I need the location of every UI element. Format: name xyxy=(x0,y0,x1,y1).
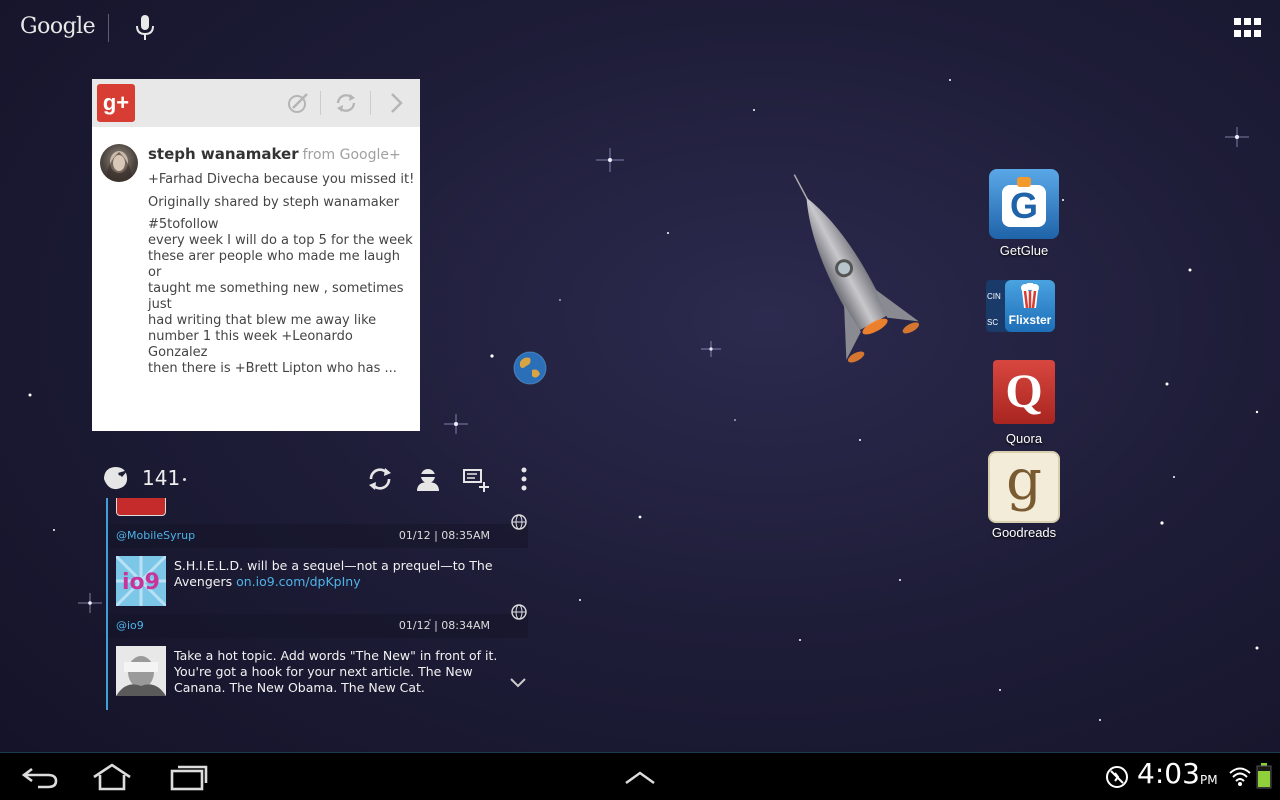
chevron-down-icon[interactable] xyxy=(508,676,528,690)
search-bar-divider xyxy=(108,14,109,42)
count-dot xyxy=(183,478,186,481)
battery-icon xyxy=(1256,763,1272,789)
google-plus-widget[interactable]: g+ steph wanamaker from Google+ +Farhad D… xyxy=(92,79,420,431)
all-apps-icon[interactable] xyxy=(1234,18,1262,38)
goodreads-letter: g xyxy=(1006,448,1042,513)
bird-icon[interactable] xyxy=(100,465,130,491)
gplus-logo-icon[interactable]: g+ xyxy=(97,84,135,122)
status-clock: 4:03 xyxy=(1137,757,1200,790)
app-label: Goodreads xyxy=(991,525,1057,540)
tweet-timestamp: 01/12 | 08:34AM xyxy=(398,619,490,632)
tweet-handle[interactable]: @io9 xyxy=(116,619,144,632)
author-name[interactable]: steph wanamaker xyxy=(148,145,299,163)
tweet-link[interactable]: on.io9.com/dpKpIny xyxy=(236,574,361,589)
post-mention-line: +Farhad Divecha because you missed it! xyxy=(148,172,415,187)
gplus-widget-header: g+ xyxy=(92,79,420,127)
getglue-letter: G xyxy=(1002,185,1046,227)
tweet-timestamp: 01/12 | 08:35AM xyxy=(398,529,490,542)
globe-icon xyxy=(511,604,527,620)
compose-post-icon[interactable] xyxy=(286,91,310,115)
post-source: from Google+ xyxy=(302,147,401,163)
tweet-meta: @MobileSyrup 01/12 | 08:35AM xyxy=(108,524,528,548)
tweet-meta: @io9 01/12 | 08:34AM xyxy=(108,614,528,638)
app-getglue[interactable]: G GetGlue xyxy=(979,169,1069,261)
app-quora[interactable]: Q Quora xyxy=(979,360,1069,448)
tweet-feed[interactable]: @MobileSyrup 01/12 | 08:35AM io9 S.H.I.E… xyxy=(106,498,532,710)
recent-apps-icon[interactable] xyxy=(166,763,210,791)
flixster-icon[interactable]: Flixster xyxy=(1005,280,1055,332)
refresh-icon[interactable] xyxy=(334,91,358,115)
quora-icon[interactable]: Q xyxy=(993,360,1055,424)
unread-count: 141 xyxy=(142,466,181,490)
author-avatar[interactable] xyxy=(100,144,138,182)
google-search-logo[interactable]: Google xyxy=(20,14,96,39)
tweet-text: Take a hot topic. Add words "The New" in… xyxy=(174,648,498,695)
app-folder-movies[interactable]: CIN SC Flixster xyxy=(979,280,1069,336)
overflow-menu-icon[interactable] xyxy=(510,465,538,493)
tweet-text: S.H.I.E.L.D. will be a sequel—not a preq… xyxy=(174,558,528,590)
back-icon[interactable] xyxy=(18,763,62,791)
status-clock-ampm: PM xyxy=(1200,773,1218,787)
globe-icon xyxy=(511,514,527,530)
tweet-avatar[interactable] xyxy=(116,646,166,696)
partial-avatar xyxy=(116,498,166,516)
profile-icon[interactable] xyxy=(414,465,442,493)
quora-letter: Q xyxy=(1005,365,1043,418)
refresh-icon[interactable] xyxy=(366,465,394,493)
post-author[interactable]: steph wanamaker from Google+ xyxy=(148,145,401,163)
header-separator xyxy=(320,91,321,115)
tweet-handle[interactable]: @MobileSyrup xyxy=(116,529,195,542)
header-separator xyxy=(370,91,371,115)
goodreads-icon[interactable]: g xyxy=(988,451,1060,523)
io9-logo-text: io9 xyxy=(122,570,160,595)
system-navigation-bar: 4:03 PM xyxy=(0,752,1280,800)
post-shared-line: Originally shared by steph wanamaker xyxy=(148,195,400,210)
tweet-avatar[interactable]: io9 xyxy=(114,554,168,608)
app-label: Quora xyxy=(1005,431,1043,446)
getglue-cap xyxy=(1017,177,1031,187)
app-goodreads[interactable]: g Goodreads xyxy=(979,451,1069,543)
rocket-wallpaper-icon xyxy=(793,174,920,363)
earth-wallpaper-icon xyxy=(513,351,547,385)
chevron-up-icon[interactable] xyxy=(618,763,662,791)
wifi-icon xyxy=(1229,767,1251,786)
debug-status-icon xyxy=(1106,766,1128,788)
app-label: GetGlue xyxy=(999,243,1049,258)
chevron-right-icon[interactable] xyxy=(384,91,408,115)
post-body: #5tofollow every week I will do a top 5 … xyxy=(148,217,413,376)
home-icon[interactable] xyxy=(90,763,134,791)
compose-tweet-icon[interactable] xyxy=(462,465,490,493)
getglue-icon[interactable]: G xyxy=(989,169,1059,239)
microphone-icon[interactable] xyxy=(134,14,156,42)
